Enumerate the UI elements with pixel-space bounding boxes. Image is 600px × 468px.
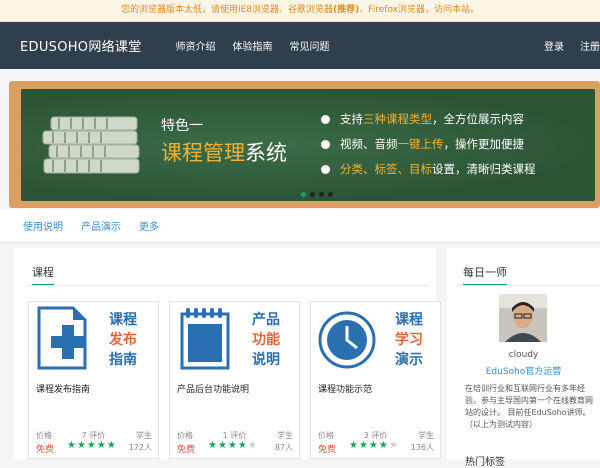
nav-guide[interactable]: 体验指南 bbox=[233, 38, 273, 53]
course-card[interactable]: 产品 功能 说明 产品后台功能说明 价格 免费 1 评价 ★★★★★ 学生 87… bbox=[169, 301, 300, 459]
course-price: 免费 bbox=[177, 445, 196, 455]
divider bbox=[28, 285, 428, 286]
divider bbox=[457, 285, 600, 286]
svg-text:学习: 学习 bbox=[395, 331, 423, 348]
books-illustration bbox=[42, 116, 140, 174]
sub-nav: 使用说明 产品演示 更多 bbox=[0, 209, 600, 243]
course-section: 课程 课程 发布 指南 课程发布指南 价格 免费 7 评价 ★★★★★ 学生 1… bbox=[14, 248, 441, 459]
svg-text:产品: 产品 bbox=[252, 311, 280, 328]
course-meta: 价格 免费 3 评价 ★★★★★ 学生 136人 bbox=[311, 422, 440, 462]
banner-feature-item: 支持 三种课程类型 ，全方位展示内容 bbox=[321, 111, 536, 127]
avatar[interactable] bbox=[499, 294, 547, 342]
teacher-name[interactable]: cloudy bbox=[447, 350, 600, 360]
course-card[interactable]: 课程 学习 演示 课程功能示范 价格 免费 3 评价 ★★★★★ 学生 136人 bbox=[310, 301, 441, 459]
panel-title: 每日一师 bbox=[463, 264, 507, 286]
student-count: 136人 bbox=[410, 443, 434, 452]
subnav-demo[interactable]: 产品演示 bbox=[81, 218, 121, 233]
document-plus-icon[interactable]: 课程 发布 指南 bbox=[29, 302, 158, 374]
carousel-dot[interactable] bbox=[310, 192, 315, 197]
banner-headline: 课程管理系统 bbox=[161, 141, 287, 165]
banner-tag: 特色一 bbox=[161, 118, 203, 134]
section-title: 课程 bbox=[32, 264, 54, 286]
banner-carousel[interactable]: 特色一 课程管理系统 支持 三种课程类型 ，全方位展示内容 视频、音频 一键上传 ，操作… bbox=[9, 81, 600, 208]
banner-feature-list: 支持 三种课程类型 ，全方位展示内容 视频、音频 一键上传 ，操作更加便捷 分类、标签、… bbox=[321, 111, 536, 186]
course-title[interactable]: 课程发布指南 bbox=[36, 382, 90, 395]
nav-faq[interactable]: 常见问题 bbox=[290, 38, 330, 53]
nav-teachers[interactable]: 师资介绍 bbox=[176, 38, 216, 53]
register-link[interactable]: 注册 bbox=[580, 38, 600, 53]
user-nav: 登录 注册 bbox=[528, 22, 600, 69]
clock-icon[interactable]: 课程 学习 演示 bbox=[311, 302, 440, 374]
firefox-link[interactable]: 、Firefox浏览器 bbox=[359, 5, 425, 15]
subnav-more[interactable]: 更多 bbox=[139, 218, 159, 233]
carousel-dot[interactable] bbox=[301, 192, 306, 197]
course-price: 免费 bbox=[318, 445, 337, 455]
course-card[interactable]: 课程 发布 指南 课程发布指南 价格 免费 7 评价 ★★★★★ 学生 172人 bbox=[28, 301, 159, 459]
course-price: 免费 bbox=[36, 445, 55, 455]
next-section-title: 热门标签 bbox=[465, 457, 505, 468]
svg-text:课程: 课程 bbox=[109, 312, 137, 328]
notepad-icon[interactable]: 产品 功能 说明 bbox=[170, 302, 299, 374]
course-meta: 价格 免费 7 评价 ★★★★★ 学生 172人 bbox=[29, 422, 158, 462]
svg-text:指南: 指南 bbox=[109, 351, 137, 368]
top-navbar: EDUSOHO网络课堂 师资介绍 体验指南 常见问题 登录 注册 bbox=[0, 22, 600, 69]
course-meta: 价格 免费 1 评价 ★★★★★ 学生 87人 bbox=[170, 422, 299, 462]
svg-text:功能: 功能 bbox=[252, 331, 280, 348]
carousel-indicators bbox=[301, 192, 337, 197]
student-count: 172人 bbox=[128, 443, 152, 452]
rating-stars: ★★★★★ bbox=[208, 440, 258, 451]
main-nav: 师资介绍 体验指南 常见问题 bbox=[176, 38, 347, 53]
banner-slide[interactable]: 特色一 课程管理系统 支持 三种课程类型 ，全方位展示内容 视频、音频 一键上传 ，操作… bbox=[21, 89, 595, 201]
svg-text:演示: 演示 bbox=[395, 351, 423, 368]
bullet-icon bbox=[321, 164, 330, 174]
chrome-link[interactable]: (推荐) bbox=[333, 5, 359, 15]
teacher-bio: 在培训行业和互联网行业有多年经验。参与主导国内第一个在线教育网站的设计。 目前任… bbox=[465, 384, 593, 429]
banner-feature-item: 视频、音频 一键上传 ，操作更加便捷 bbox=[321, 136, 536, 152]
teacher-panel: 每日一师 cloudy EduSoho官方运营 在培训行业和互联网行业有多年经验… bbox=[447, 248, 600, 468]
svg-text:发布: 发布 bbox=[108, 331, 137, 348]
site-logo[interactable]: EDUSOHO网络课堂 bbox=[20, 36, 142, 55]
course-title[interactable]: 课程功能示范 bbox=[318, 382, 372, 395]
svg-text:说明: 说明 bbox=[252, 351, 280, 368]
svg-text:课程: 课程 bbox=[395, 312, 423, 328]
browser-notice: 您的浏览器版本太低，请使用IE8浏览器、谷歌浏览器(推荐)、Firefox浏览器… bbox=[0, 0, 600, 22]
course-title[interactable]: 产品后台功能说明 bbox=[177, 382, 249, 395]
login-link[interactable]: 登录 bbox=[544, 38, 564, 53]
rating-stars: ★★★★★ bbox=[67, 440, 117, 451]
carousel-dot[interactable] bbox=[328, 192, 333, 197]
carousel-dot[interactable] bbox=[319, 192, 324, 197]
teacher-title: EduSoho官方运营 bbox=[485, 367, 562, 377]
student-count: 87人 bbox=[274, 443, 293, 452]
rating-stars: ★★★★★ bbox=[349, 440, 399, 451]
subnav-help[interactable]: 使用说明 bbox=[23, 218, 63, 233]
banner-feature-item: 分类、标签、目标 设置，清晰归类课程 bbox=[321, 161, 536, 177]
bullet-icon bbox=[321, 114, 330, 124]
bullet-icon bbox=[321, 139, 330, 149]
